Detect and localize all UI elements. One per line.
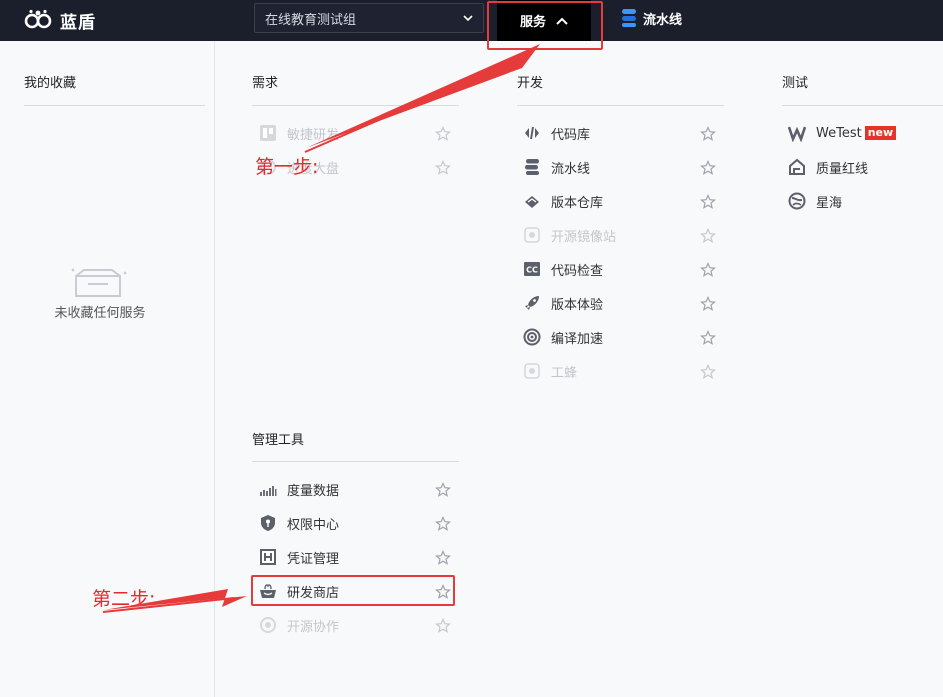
management-title: 管理工具 [252,433,305,448]
annotation-step-two: 第二步: [92,588,156,610]
artifact-repo-icon [523,192,541,210]
service-label: 星海 [816,195,843,211]
mirror-icon [523,226,541,244]
divider [252,105,459,106]
service-item-experience[interactable]: 版本体验 [523,290,603,316]
service-item-metrics[interactable]: 度量数据 [259,476,339,502]
star-icon[interactable] [700,296,716,312]
service-label: 代码库 [551,127,591,143]
service-item-artifact-repo[interactable]: 版本仓库 [523,188,603,214]
star-icon[interactable] [700,330,716,346]
pipeline-icon [622,9,636,27]
service-item-permission[interactable]: 权限中心 [259,510,339,536]
code-repo-icon [523,124,541,142]
divider [252,461,459,462]
service-item-code-repo[interactable]: 代码库 [523,120,590,146]
service-label: WeTest [816,125,862,141]
service-label: 版本仓库 [551,195,604,211]
development-title: 开发 [517,76,544,91]
star-icon[interactable] [700,228,716,244]
empty-favorites-text: 未收藏任何服务 [54,306,146,321]
turbo-icon [523,328,541,346]
favorites-title: 我的收藏 [24,76,77,91]
service-item-pipeline[interactable]: 流水线 [523,154,590,180]
star-icon[interactable] [700,262,716,278]
ticket-icon [259,548,277,566]
annotation-highlight-services [487,1,603,50]
service-item-wetest[interactable]: WeTest new [788,120,897,146]
annotation-highlight-store [251,575,455,606]
xinghai-icon [788,192,806,210]
rocket-icon [523,294,541,312]
quality-gate-icon [788,158,806,176]
service-item-xinghai[interactable]: 星海 [788,188,842,214]
wetest-icon [788,124,806,142]
service-item-agile[interactable]: 敏捷研发 [259,120,339,146]
arrow-step-one [304,44,540,153]
new-badge: new [864,126,897,140]
service-label: 编译加速 [551,331,604,347]
service-label: 度量数据 [287,483,340,499]
annotation-step-one: 第一步: [255,156,319,178]
star-icon[interactable] [435,618,451,634]
oss-icon [259,616,277,634]
star-icon[interactable] [435,482,451,498]
divider [782,105,943,106]
service-item-ticket[interactable]: 凭证管理 [259,544,339,570]
service-item-turbo[interactable]: 编译加速 [523,324,603,350]
tab-pipeline[interactable]: 流水线 [620,5,682,31]
star-icon[interactable] [435,550,451,566]
service-item-gongfeng[interactable]: 工蜂 [523,358,577,384]
chevron-down-icon [463,15,473,22]
service-label: 工蜂 [551,365,578,381]
kanban-icon [259,124,277,142]
service-label: 流水线 [551,161,591,177]
shield-key-icon [259,514,277,532]
service-label: 开源协作 [287,619,340,635]
star-icon[interactable] [435,516,451,532]
top-navigation-bar: 蓝盾 在线教育测试组 服务 流水线 [0,0,943,41]
divider [517,105,724,106]
star-icon[interactable] [700,364,716,380]
logo-text: 蓝盾 [60,12,96,33]
star-icon[interactable] [435,126,451,142]
tab-pipeline-label: 流水线 [643,12,683,28]
gongfeng-icon [523,362,541,380]
service-item-oss[interactable]: 开源协作 [259,612,339,638]
service-item-code-check[interactable]: CC 代码检查 [523,256,603,282]
service-label: 敏捷研发 [287,127,340,143]
team-selector[interactable]: 在线教育测试组 [254,3,484,33]
logo[interactable]: 蓝盾 [22,6,96,34]
service-label: 版本体验 [551,297,604,313]
star-icon[interactable] [700,160,716,176]
pipeline-icon [523,158,541,176]
service-label: 代码检查 [551,263,604,279]
service-label: 质量红线 [816,161,869,177]
testing-title: 测试 [782,76,809,91]
star-icon[interactable] [435,160,451,176]
service-label: 权限中心 [287,517,340,533]
star-icon[interactable] [700,194,716,210]
metrics-icon [259,480,277,498]
code-check-icon: CC [523,260,541,278]
service-item-mirror[interactable]: 开源镜像站 [523,222,616,248]
star-icon[interactable] [700,126,716,142]
service-label: 开源镜像站 [551,229,617,245]
service-item-quality-gate[interactable]: 质量红线 [788,154,868,180]
bk-logo-icon [24,9,52,29]
service-label: 凭证管理 [287,551,340,567]
team-selector-value: 在线教育测试组 [265,12,357,28]
svg-text:CC: CC [526,266,538,275]
divider [24,105,205,106]
empty-box-icon [71,268,127,297]
requirements-title: 需求 [252,76,279,91]
